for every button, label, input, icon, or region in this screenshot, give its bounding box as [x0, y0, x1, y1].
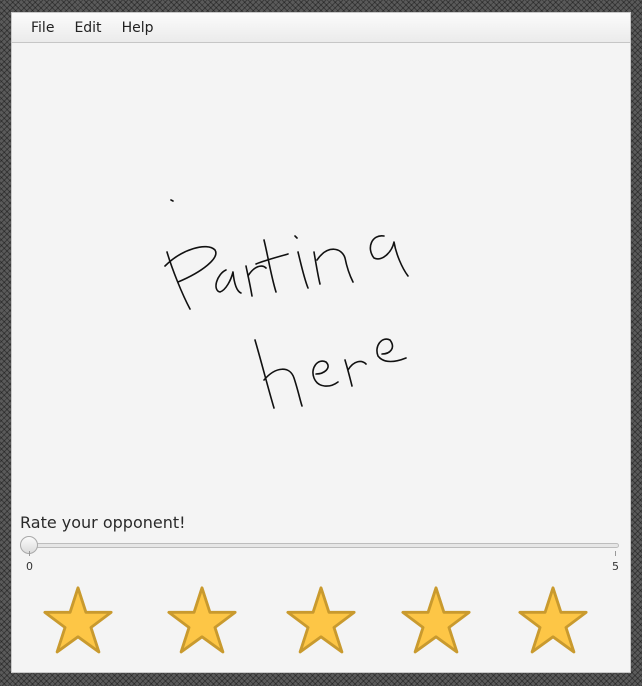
- star-2-icon[interactable]: [166, 585, 238, 657]
- rating-label: Rate your opponent!: [20, 513, 186, 532]
- rating-slider-track[interactable]: [22, 543, 619, 548]
- stroke-e2: [376, 338, 407, 363]
- star-4-icon[interactable]: [400, 585, 472, 657]
- slider-max-label: 5: [612, 560, 619, 573]
- app-window: File Edit Help Rate your opponent! 0 5: [11, 12, 631, 673]
- stroke-r2: [344, 359, 367, 387]
- star-3-icon[interactable]: [285, 585, 357, 657]
- stroke-a: [215, 269, 242, 294]
- handwriting-drawing: [164, 199, 409, 409]
- stroke-e1: [312, 360, 339, 387]
- star-1-icon[interactable]: [42, 585, 114, 657]
- menu-edit[interactable]: Edit: [64, 13, 111, 43]
- stroke-n: [313, 248, 354, 285]
- stroke-r: [245, 265, 267, 297]
- stroke-h: [254, 339, 303, 409]
- stroke-dot: [170, 199, 174, 202]
- menu-file[interactable]: File: [21, 13, 64, 43]
- menu-help[interactable]: Help: [112, 13, 164, 43]
- drawing-canvas[interactable]: [12, 44, 630, 509]
- stroke-g: [369, 235, 409, 277]
- stroke-p: [164, 245, 217, 310]
- menu-bar: File Edit Help: [12, 13, 630, 43]
- stroke-i: [294, 235, 309, 289]
- slider-tick-max: [615, 551, 616, 556]
- star-5-icon[interactable]: [517, 585, 589, 657]
- slider-tick-min: [29, 551, 30, 556]
- slider-min-label: 0: [26, 560, 33, 573]
